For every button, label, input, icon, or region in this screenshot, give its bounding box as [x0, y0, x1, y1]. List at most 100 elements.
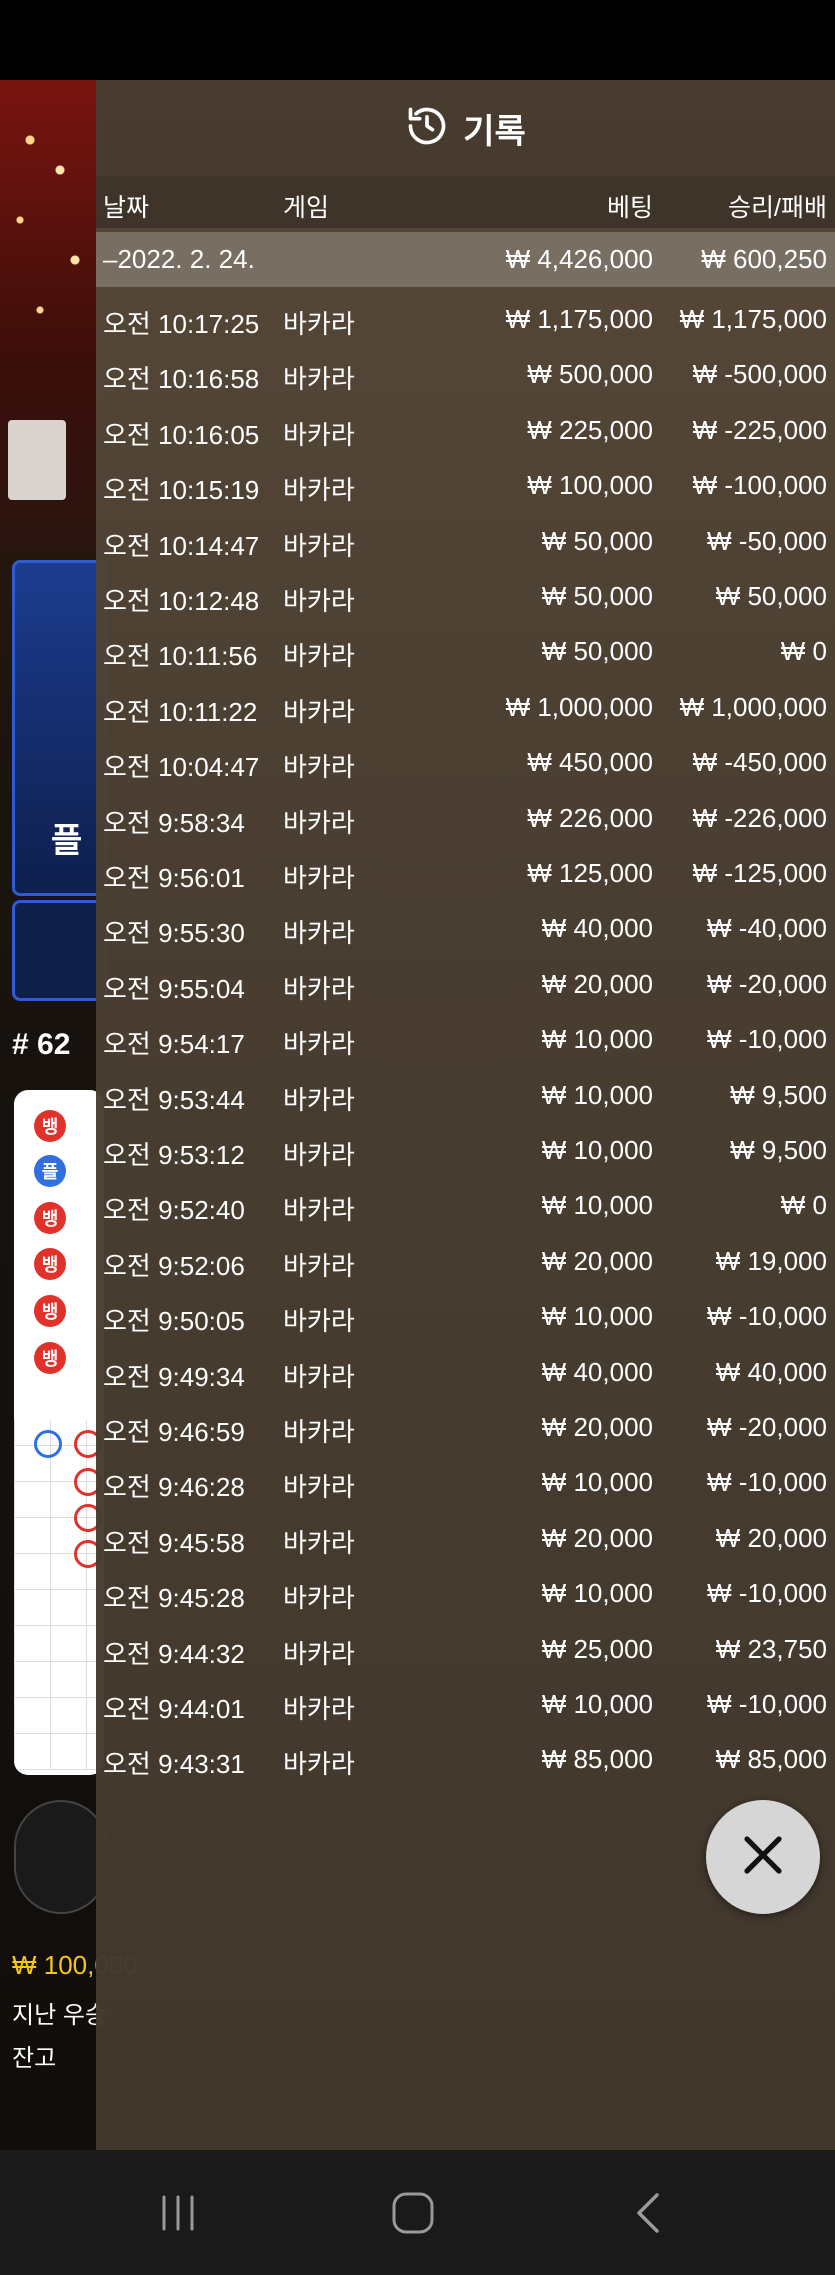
row-result: ₩ 23,750 [715, 1633, 827, 1664]
row-result: ₩ 20,000 [715, 1522, 827, 1553]
row-time: 오전 10:04:47 [103, 752, 260, 783]
history-row[interactable]: 오전 10:12:48 바카라 ₩ 50,000 ₩ 50,000 [96, 569, 835, 624]
row-result: ₩ 50,000 [715, 581, 827, 611]
row-game: 바카라 [283, 807, 355, 838]
history-row[interactable]: 오전 10:04:47 바카라 ₩ 450,000 ₩ -450,000 [96, 735, 835, 790]
history-row[interactable]: 오전 9:46:59 바카라 ₩ 20,000 ₩ -20,000 [96, 1400, 835, 1455]
history-row[interactable]: 오전 9:45:28 바카라 ₩ 10,000 ₩ -10,000 [96, 1566, 835, 1621]
row-result: ₩ -100,000 [692, 470, 827, 501]
history-row[interactable]: 오전 10:11:56 바카라 ₩ 50,000 ₩ 0 [96, 624, 835, 679]
road-marker: 플 [34, 1155, 66, 1187]
road-marker: 뱅 [34, 1295, 66, 1327]
row-time: 오전 9:56:01 [103, 863, 245, 893]
row-bet: ₩ 20,000 [541, 1522, 653, 1553]
row-time: 오전 9:54:17 [103, 1029, 245, 1060]
row-result: ₩ -10,000 [707, 1467, 827, 1498]
row-time: 오전 10:12:48 [103, 586, 260, 616]
road-marker: 뱅 [34, 1248, 66, 1280]
row-game: 바카라 [283, 973, 355, 1004]
back-icon[interactable] [613, 2178, 683, 2248]
row-time: 오전 10:14:47 [103, 530, 260, 561]
road-marker: 뱅 [34, 1110, 66, 1142]
history-row[interactable]: 오전 9:53:44 바카라 ₩ 10,000 ₩ 9,500 [96, 1068, 835, 1123]
history-row[interactable]: 오전 9:49:34 바카라 ₩ 40,000 ₩ 40,000 [96, 1345, 835, 1400]
row-bet: ₩ 10,000 [541, 1578, 653, 1609]
row-game: 바카라 [283, 419, 355, 450]
row-game: 바카라 [283, 696, 355, 727]
row-result: ₩ 9,500 [730, 1079, 827, 1110]
row-game: 바카라 [283, 1694, 355, 1724]
row-time: 오전 9:44:01 [103, 1694, 245, 1724]
row-result: ₩ 0 [780, 1190, 827, 1221]
row-game: 바카라 [283, 1749, 355, 1780]
history-row[interactable]: 오전 9:45:58 바카라 ₩ 20,000 ₩ 20,000 [96, 1511, 835, 1566]
history-row[interactable]: 오전 9:43:31 바카라 ₩ 85,000 ₩ 85,000 [96, 1732, 835, 1787]
row-time: 오전 9:44:32 [103, 1638, 245, 1669]
history-row[interactable]: 오전 10:11:22 바카라 ₩ 1,000,000 ₩ 1,000,000 [96, 680, 835, 735]
row-game: 바카라 [283, 1306, 355, 1337]
row-game: 바카라 [283, 364, 355, 395]
chip-selector-button[interactable] [14, 1800, 108, 1914]
row-bet: ₩ 40,000 [541, 1356, 653, 1387]
history-row[interactable]: 오전 9:55:30 바카라 ₩ 40,000 ₩ -40,000 [96, 901, 835, 956]
row-bet: ₩ 10,000 [541, 1079, 653, 1110]
row-bet: ₩ 450,000 [527, 747, 653, 778]
history-row[interactable]: 오전 9:44:32 바카라 ₩ 25,000 ₩ 23,750 [96, 1622, 835, 1677]
date-group-row[interactable]: –2022. 2. 24. ₩ 4,426,000 ₩ 600,250 [96, 232, 835, 287]
close-button[interactable] [706, 1800, 820, 1914]
row-time: 오전 9:58:34 [103, 807, 245, 838]
row-bet: ₩ 1,175,000 [505, 304, 653, 334]
home-icon[interactable] [378, 2178, 448, 2248]
history-row[interactable]: 오전 9:54:17 바카라 ₩ 10,000 ₩ -10,000 [96, 1012, 835, 1067]
last-win-label: 지난 우승 [12, 2002, 107, 2029]
row-time: 오전 9:50:05 [103, 1306, 245, 1337]
history-row[interactable]: 오전 9:46:28 바카라 ₩ 10,000 ₩ -10,000 [96, 1455, 835, 1510]
row-time: 오전 9:52:40 [103, 1195, 245, 1226]
row-bet: ₩ 50,000 [541, 636, 653, 667]
row-game: 바카라 [283, 1084, 355, 1115]
history-row[interactable]: 오전 9:56:01 바카라 ₩ 125,000 ₩ -125,000 [96, 846, 835, 901]
history-row[interactable]: 오전 9:52:40 바카라 ₩ 10,000 ₩ 0 [96, 1178, 835, 1233]
history-row[interactable]: 오전 10:17:25 바카라 ₩ 1,175,000 ₩ 1,175,000 [96, 292, 835, 347]
row-bet: ₩ 10,000 [541, 1689, 653, 1719]
row-game: 바카라 [283, 1638, 355, 1669]
history-row[interactable]: 오전 10:16:05 바카라 ₩ 225,000 ₩ -225,000 [96, 403, 835, 458]
row-bet: ₩ 25,000 [541, 1633, 653, 1664]
player-bet-area[interactable]: 플 [12, 560, 108, 896]
history-row[interactable]: 오전 10:16:58 바카라 ₩ 500,000 ₩ -500,000 [96, 347, 835, 402]
row-game: 바카라 [283, 1583, 355, 1614]
history-row[interactable]: 오전 9:44:01 바카라 ₩ 10,000 ₩ -10,000 [96, 1677, 835, 1732]
row-result: ₩ -10,000 [707, 1689, 827, 1719]
row-time: 오전 9:53:44 [103, 1084, 245, 1115]
round-number: # 62 [12, 1028, 71, 1061]
row-result: ₩ -20,000 [707, 968, 827, 999]
row-result: ₩ -50,000 [707, 525, 827, 556]
row-bet: ₩ 10,000 [541, 1024, 653, 1055]
row-time: 오전 9:45:28 [103, 1583, 245, 1614]
history-row[interactable]: 오전 9:55:04 바카라 ₩ 20,000 ₩ -20,000 [96, 957, 835, 1012]
row-result: ₩ -40,000 [707, 913, 827, 944]
history-row[interactable]: 오전 9:53:12 바카라 ₩ 10,000 ₩ 9,500 [96, 1123, 835, 1178]
row-result: ₩ -226,000 [692, 802, 827, 833]
history-row[interactable]: 오전 9:50:05 바카라 ₩ 10,000 ₩ -10,000 [96, 1289, 835, 1344]
row-result: ₩ 1,000,000 [679, 691, 827, 722]
system-navigation-bar [0, 2150, 835, 2275]
row-time: 오전 9:55:04 [103, 973, 245, 1004]
row-bet: ₩ 100,000 [527, 470, 653, 501]
row-game: 바카라 [283, 586, 355, 616]
row-game: 바카라 [283, 1361, 355, 1392]
row-game: 바카라 [283, 1140, 355, 1170]
history-row[interactable]: 오전 10:14:47 바카라 ₩ 50,000 ₩ -50,000 [96, 514, 835, 569]
history-row[interactable]: 오전 10:15:19 바카라 ₩ 100,000 ₩ -100,000 [96, 458, 835, 513]
column-result: 승리/패배 [728, 194, 827, 222]
road-marker: 뱅 [34, 1342, 66, 1374]
row-bet: ₩ 50,000 [541, 525, 653, 556]
player-pair-area[interactable] [12, 900, 108, 1001]
row-result: ₩ 19,000 [715, 1245, 827, 1276]
row-bet: ₩ 10,000 [541, 1301, 653, 1332]
row-time: 오전 10:15:19 [103, 475, 260, 506]
recent-apps-icon[interactable] [143, 2178, 213, 2248]
history-row[interactable]: 오전 9:58:34 바카라 ₩ 226,000 ₩ -226,000 [96, 791, 835, 846]
history-row[interactable]: 오전 9:52:06 바카라 ₩ 20,000 ₩ 19,000 [96, 1234, 835, 1289]
row-bet: ₩ 20,000 [541, 968, 653, 999]
